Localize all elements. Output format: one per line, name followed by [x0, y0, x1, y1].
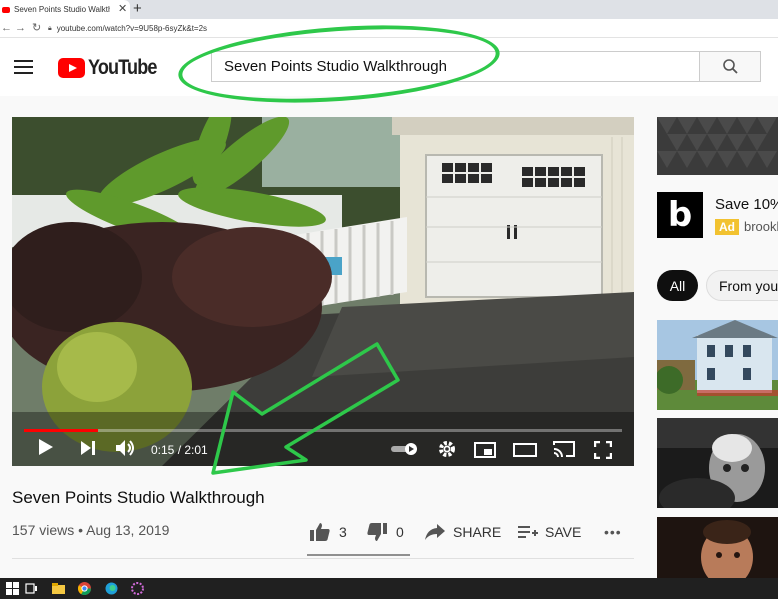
- miniplayer-icon[interactable]: [474, 442, 496, 458]
- ad-banner-image[interactable]: [657, 117, 778, 175]
- browser-tab-bar: Seven Points Studio Walkthrough ✕ +: [0, 0, 778, 19]
- url-text: youtube.com/watch?v=9U58p-6syZk&t=2s: [56, 24, 208, 33]
- tab-title: Seven Points Studio Walkthrough: [14, 5, 110, 14]
- time-display: 0:15 / 2:01: [151, 443, 208, 457]
- dislike-count: 0: [396, 524, 404, 540]
- share-arrow-icon: [425, 524, 445, 540]
- youtube-play-logo-icon: [58, 58, 85, 78]
- ad-badge: Ad: [715, 219, 739, 235]
- theater-mode-icon[interactable]: [513, 442, 537, 458]
- advertiser-logo[interactable]: b: [657, 192, 703, 238]
- autoplay-toggle-icon[interactable]: [390, 443, 420, 455]
- ad-title[interactable]: Save 10%: [715, 196, 778, 213]
- screenshot-root: Seven Points Studio Walkthrough ✕ + ← → …: [0, 0, 778, 599]
- menu-icon[interactable]: [14, 60, 33, 74]
- chip-from-your-search[interactable]: From your search: [706, 270, 778, 301]
- chrome-icon[interactable]: [78, 582, 91, 595]
- house-thumbnail: [657, 320, 778, 410]
- video-player[interactable]: 0:15 / 2:01: [12, 117, 634, 466]
- new-tab-button[interactable]: +: [133, 1, 142, 17]
- video-frame: [12, 117, 634, 466]
- logo-text: YouTube: [88, 56, 157, 79]
- player-controls: 0:15 / 2:01: [12, 422, 634, 466]
- fullscreen-icon[interactable]: [594, 441, 612, 459]
- search-input[interactable]: [212, 52, 699, 81]
- thumbs-up-icon: [310, 523, 330, 541]
- like-count: 3: [339, 524, 347, 540]
- search-button[interactable]: [699, 51, 761, 82]
- like-button[interactable]: 3: [309, 518, 347, 546]
- thumbs-down-icon: [367, 523, 387, 541]
- search-box[interactable]: [211, 51, 700, 82]
- edge-icon[interactable]: [105, 582, 118, 595]
- ad-pattern: [657, 117, 778, 175]
- next-icon[interactable]: [80, 440, 96, 456]
- cast-icon[interactable]: [552, 440, 576, 458]
- browser-nav-bar: ← → ↻ 🔒︎ youtube.com/watch?v=9U58p-6syZk…: [0, 19, 778, 38]
- file-explorer-icon[interactable]: [52, 582, 65, 595]
- task-view-icon[interactable]: [25, 582, 38, 595]
- forward-icon[interactable]: →: [15, 21, 26, 35]
- app-icon[interactable]: [131, 582, 144, 595]
- ad-domain: brooklinen.com: [744, 219, 778, 234]
- back-icon[interactable]: ←: [1, 21, 12, 35]
- man-portrait-thumbnail: [657, 517, 778, 578]
- settings-gear-icon[interactable]: [438, 440, 456, 458]
- more-actions-button[interactable]: •••: [604, 518, 622, 546]
- windows-taskbar: [0, 578, 778, 599]
- more-dots-icon: •••: [604, 524, 622, 540]
- youtube-logo[interactable]: YouTube: [58, 56, 168, 80]
- address-bar[interactable]: 🔒︎ youtube.com/watch?v=9U58p-6syZk&t=2s: [48, 21, 776, 36]
- progress-bar[interactable]: [24, 429, 622, 432]
- share-button[interactable]: SHARE: [424, 518, 501, 546]
- youtube-favicon-icon: [2, 6, 10, 13]
- browser-tab[interactable]: Seven Points Studio Walkthrough ✕: [0, 0, 130, 19]
- youtube-header: YouTube: [0, 38, 778, 96]
- video-title: Seven Points Studio Walkthrough: [12, 488, 265, 507]
- sentiment-bar: [307, 554, 410, 556]
- video-meta: 157 views • Aug 13, 2019: [12, 522, 170, 538]
- suggested-video-thumbnail[interactable]: [657, 517, 778, 578]
- dislike-button[interactable]: 0: [366, 518, 404, 546]
- chip-all[interactable]: All: [657, 270, 698, 301]
- divider: [12, 558, 634, 559]
- playlist-add-icon: [518, 526, 538, 538]
- suggested-video-thumbnail[interactable]: [657, 320, 778, 410]
- tab-close-icon[interactable]: ✕: [118, 4, 127, 15]
- reload-icon[interactable]: ↻: [32, 21, 41, 35]
- progress-fill: [24, 429, 99, 432]
- suggested-video-thumbnail[interactable]: [657, 418, 778, 508]
- play-icon[interactable]: [38, 438, 54, 456]
- volume-icon[interactable]: [115, 439, 137, 457]
- save-button[interactable]: SAVE: [517, 518, 581, 546]
- movie-still-thumbnail: [657, 418, 778, 508]
- lock-icon: 🔒︎: [48, 24, 52, 32]
- windows-start-icon[interactable]: [6, 582, 19, 595]
- search-icon: [722, 59, 738, 74]
- share-label: SHARE: [453, 524, 502, 540]
- save-label: SAVE: [545, 524, 582, 540]
